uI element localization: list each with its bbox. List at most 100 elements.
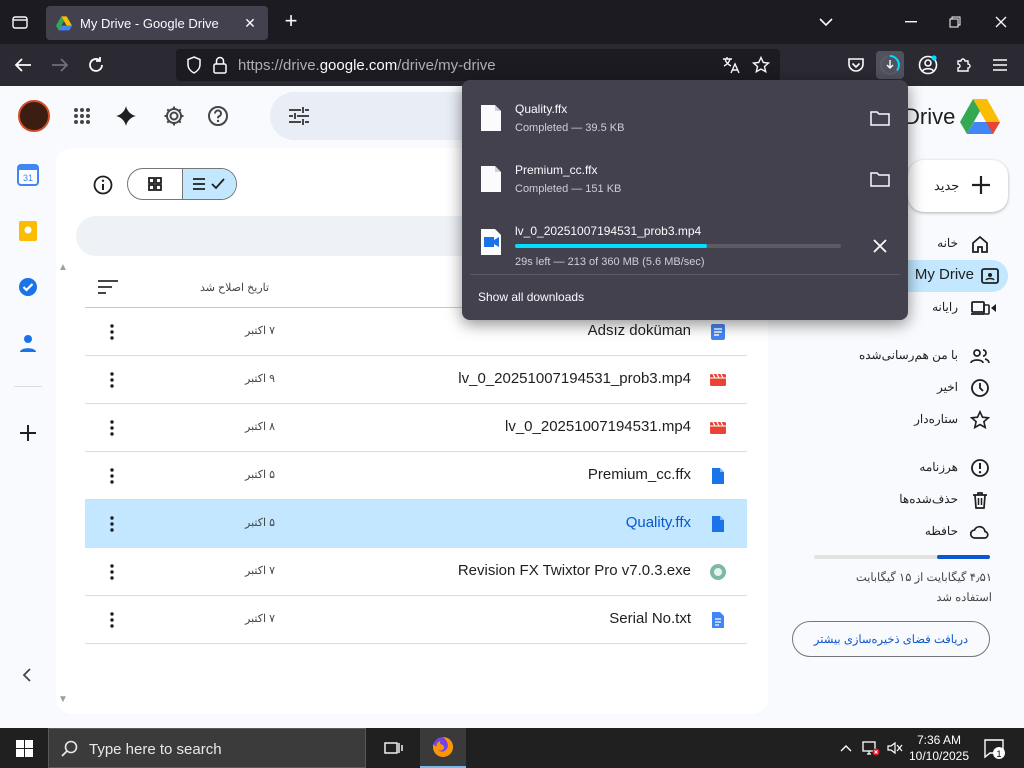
new-button[interactable]: جدید: [908, 160, 1008, 212]
sidebar-item-recent[interactable]: اخیر: [850, 372, 1010, 404]
download-item[interactable]: Quality.ffx Completed — 39.5 KB: [462, 84, 908, 144]
scroll-down-arrow[interactable]: ▼: [58, 694, 68, 705]
reload-button[interactable]: [84, 53, 108, 77]
info-icon[interactable]: [92, 174, 114, 196]
apps-grid-button[interactable]: [70, 104, 94, 128]
search-options-icon[interactable]: [288, 106, 310, 126]
file-name[interactable]: lv_0_20251007194531.mp4: [505, 418, 691, 435]
tab-bar: My Drive - Google Drive ✕ +: [0, 0, 1024, 44]
show-all-downloads-button[interactable]: Show all downloads: [478, 290, 584, 304]
list-check-icon: [193, 178, 225, 190]
sidebar-item-trash[interactable]: حذف‌شده‌ها: [850, 484, 1010, 516]
google-drive-favicon: [56, 16, 72, 31]
column-modified[interactable]: تاریخ اصلاح شد: [200, 281, 269, 294]
file-name[interactable]: Quality.ffx: [626, 514, 691, 531]
grid-view-button[interactable]: [128, 169, 182, 199]
tab-my-drive[interactable]: My Drive - Google Drive ✕: [46, 6, 268, 40]
taskbar-clock[interactable]: 7:36 AM 10/10/2025: [908, 732, 970, 764]
download-item[interactable]: lv_0_20251007194531_prob3.mp4 29s left —…: [462, 206, 908, 268]
contacts-icon[interactable]: [17, 332, 39, 354]
chevron-left-icon[interactable]: [20, 666, 34, 684]
minimize-button[interactable]: [900, 12, 922, 32]
view-toggle[interactable]: [127, 168, 237, 200]
settings-button[interactable]: [162, 104, 186, 128]
account-button[interactable]: [914, 51, 942, 79]
forward-button[interactable]: [48, 53, 72, 77]
cloud-icon: [970, 525, 989, 539]
scroll-up-arrow[interactable]: ▲: [58, 262, 68, 273]
google-drive-logo-icon[interactable]: [960, 98, 1000, 134]
lock-icon[interactable]: [213, 56, 227, 74]
sidebar-item-starred[interactable]: ستاره‌دار: [850, 404, 1010, 436]
volume-button[interactable]: [884, 728, 906, 768]
back-button[interactable]: [11, 53, 35, 77]
tasks-icon[interactable]: [17, 276, 39, 298]
file-name[interactable]: Premium_cc.ffx: [588, 466, 691, 483]
shield-icon[interactable]: [186, 56, 202, 74]
file-name[interactable]: Serial No.txt: [609, 610, 691, 627]
table-row[interactable]: ۷ اکتبر Serial No.txt: [85, 596, 747, 644]
folder-icon[interactable]: [870, 171, 890, 187]
task-view-button[interactable]: [370, 728, 416, 768]
get-more-storage-button[interactable]: دریافت فضای ذخیره‌سازی بیشتر: [792, 621, 990, 657]
table-row[interactable]: ۵ اکتبر Quality.ffx: [85, 500, 747, 548]
more-actions-button[interactable]: [101, 416, 123, 440]
file-name[interactable]: Revision FX Twixtor Pro v7.0.3.exe: [458, 562, 691, 579]
restore-button[interactable]: [944, 12, 966, 32]
file-date: ۸ اکتبر: [245, 421, 275, 433]
my-drive-icon: [981, 268, 999, 284]
search-bar[interactable]: [270, 92, 490, 140]
new-tab-button[interactable]: +: [280, 10, 302, 34]
more-actions-button[interactable]: [101, 320, 123, 344]
sort-icon[interactable]: [97, 278, 119, 296]
sidebar-item-shared[interactable]: با من هم‌رسانی‌شده: [850, 340, 1010, 372]
more-actions-button[interactable]: [101, 464, 123, 488]
more-actions-button[interactable]: [101, 608, 123, 632]
task-view-icon: [384, 742, 403, 754]
start-button[interactable]: [0, 728, 48, 768]
notification-center-icon[interactable]: 1: [982, 736, 1006, 760]
sidebar-item-spam[interactable]: هرزنامه: [850, 452, 1010, 484]
cancel-download-icon[interactable]: [870, 236, 890, 256]
firefox-taskbar-button[interactable]: [420, 728, 466, 768]
address-bar[interactable]: https://drive.google.com/drive/my-drive: [176, 49, 780, 81]
close-window-button[interactable]: [990, 12, 1012, 32]
more-actions-button[interactable]: [101, 512, 123, 536]
caret-left-icon[interactable]: [990, 303, 998, 313]
extensions-button[interactable]: [950, 51, 978, 79]
table-row[interactable]: ۷ اکتبر Revision FX Twixtor Pro v7.0.3.e…: [85, 548, 747, 596]
drive-logo-text: Drive: [904, 104, 956, 129]
tab-list-button[interactable]: [6, 8, 34, 36]
bookmark-star-icon[interactable]: [752, 56, 770, 74]
avatar[interactable]: [18, 100, 50, 132]
translate-icon[interactable]: [722, 56, 740, 74]
more-actions-button[interactable]: [101, 368, 123, 392]
plus-icon[interactable]: [17, 422, 39, 444]
list-all-tabs-button[interactable]: [815, 12, 837, 32]
help-button[interactable]: [206, 104, 230, 128]
url-text[interactable]: https://drive.google.com/drive/my-drive: [238, 57, 496, 74]
calendar-icon[interactable]: 31: [17, 164, 39, 186]
show-hidden-icons-button[interactable]: [834, 728, 858, 768]
pocket-button[interactable]: [842, 51, 870, 79]
sidebar-item-storage[interactable]: حافظه: [850, 516, 1010, 548]
network-status-button[interactable]: [860, 728, 882, 768]
gemini-button[interactable]: [114, 104, 138, 128]
download-item[interactable]: Premium_cc.ffx Completed — 151 KB: [462, 145, 908, 205]
taskbar-search-box[interactable]: Type here to search: [48, 728, 366, 768]
folder-icon[interactable]: [870, 110, 890, 126]
table-row[interactable]: ۸ اکتبر lv_0_20251007194531.mp4: [85, 404, 747, 452]
file-name[interactable]: lv_0_20251007194531_prob3.mp4: [458, 370, 691, 387]
downloads-button[interactable]: [876, 51, 904, 79]
table-row[interactable]: ۵ اکتبر Premium_cc.ffx: [85, 452, 747, 500]
file-name[interactable]: Adsız doküman: [588, 322, 691, 339]
more-actions-button[interactable]: [101, 560, 123, 584]
download-progress-bar: [515, 244, 841, 248]
keep-icon[interactable]: [17, 220, 39, 242]
tab-close-icon[interactable]: ✕: [242, 15, 258, 32]
list-view-button[interactable]: [181, 169, 236, 199]
download-progress-fill: [515, 244, 708, 248]
menu-button[interactable]: [986, 51, 1014, 79]
table-row[interactable]: ۹ اکتبر lv_0_20251007194531_prob3.mp4: [85, 356, 747, 404]
trash-icon: [973, 492, 987, 509]
